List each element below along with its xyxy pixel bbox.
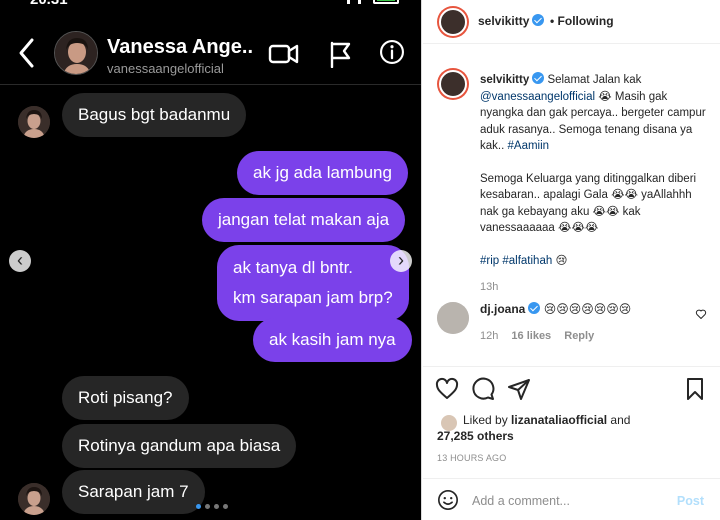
message-bubble-incoming: Rotinya gandum apa biasa (62, 424, 297, 468)
post-comment-button[interactable]: Post (677, 494, 704, 508)
message-line: km sarapan jam brp? (233, 288, 393, 307)
carousel-dot (214, 504, 219, 509)
bookmark-icon[interactable] (683, 377, 707, 401)
message-bubble-outgoing: ak jg ada lambung (237, 151, 408, 195)
message-bubble-outgoing: jangan telat makan aja (202, 198, 406, 242)
info-icon[interactable] (376, 38, 408, 66)
caption-hashtag[interactable]: #Aamiin (508, 140, 550, 152)
heart-icon[interactable] (435, 377, 459, 401)
post-panel: selvikitty • Following selvikitty Selama… (423, 0, 720, 520)
chevron-left-icon: ‹ (17, 250, 23, 270)
back-arrow-icon[interactable] (16, 36, 38, 70)
carousel-dot (205, 504, 210, 509)
sender-avatar (18, 106, 50, 138)
comment-like-heart-icon[interactable] (695, 308, 707, 320)
post-actions (423, 366, 720, 410)
emoji: 😭😭 (592, 205, 620, 218)
likes-count[interactable]: 27,285 others (437, 428, 707, 444)
sender-avatar (18, 483, 50, 515)
comment-author[interactable]: dj.joana (480, 302, 525, 316)
verified-badge-icon (532, 72, 545, 84)
contact-username: vanessaangelofficial (107, 61, 224, 76)
message-line: ak tanya dl bntr. (233, 258, 354, 277)
message-bubble-incoming: Roti pisang? (62, 376, 189, 420)
caption-text: Selamat Jalan kak (547, 74, 642, 86)
likes-summary: Liked by lizanataliaofficial and 27,285 … (437, 412, 707, 444)
comment-input[interactable] (472, 491, 672, 511)
comment-time: 12h (480, 330, 499, 342)
caption-author-avatar[interactable] (437, 68, 469, 100)
post-time-ago: 13 HOURS AGO (437, 453, 507, 463)
emoji: 😭😭 (611, 189, 638, 201)
dm-screenshot: 20.31 Vanessa Ange... vanessaangeloffici… (0, 0, 422, 520)
caption-mention[interactable]: @vanessaangelofficial (480, 91, 595, 103)
message-bubble-incoming: Sarapan jam 7 (62, 470, 205, 514)
message-bubble-outgoing: ak tanya dl bntr. km sarapan jam brp? (217, 245, 409, 321)
carousel-next-button[interactable]: › (390, 250, 412, 272)
comment-likes[interactable]: 16 likes (511, 330, 551, 342)
signal-icon (347, 0, 361, 4)
chevron-right-icon: › (398, 250, 404, 270)
comment: dj.joana 😢😢😢😢😢😢😢 12h 16 likes Reply (480, 302, 710, 342)
header-divider (0, 84, 421, 85)
battery-icon (373, 0, 399, 4)
caption-author[interactable]: selvikitty (480, 74, 529, 86)
reply-button[interactable]: Reply (564, 330, 594, 342)
carousel-dots (196, 504, 228, 509)
likes-prefix: Liked by (463, 413, 508, 427)
liker-avatar[interactable] (441, 415, 457, 431)
status-time: 20.31 (30, 0, 68, 8)
emoji: 😭😭😭 (558, 222, 599, 234)
comment-icon[interactable] (471, 377, 495, 401)
flag-icon[interactable] (324, 40, 356, 68)
share-icon[interactable] (507, 377, 531, 401)
avatar[interactable] (54, 31, 98, 75)
verified-badge-icon (528, 302, 541, 314)
carousel-dot (223, 504, 228, 509)
verified-badge-icon (532, 14, 545, 26)
add-comment-bar: Post (423, 478, 720, 520)
dm-header: Vanessa Ange... vanessaangelofficial (0, 22, 421, 84)
emoji: 😭 (598, 90, 612, 103)
emoji-icon[interactable] (437, 489, 459, 511)
carousel-prev-button[interactable]: ‹ (9, 250, 31, 272)
video-call-icon[interactable] (268, 40, 300, 68)
author-username[interactable]: selvikitty (478, 14, 545, 28)
caption-time: 13h (480, 281, 499, 293)
carousel-dot (196, 504, 201, 509)
contact-name: Vanessa Ange... (107, 36, 253, 58)
likes-and: and (610, 413, 631, 427)
comment-text: 😢😢😢😢😢😢😢 (543, 302, 632, 316)
post-header: selvikitty • Following (423, 0, 720, 44)
message-bubble-incoming: Bagus bgt badanmu (62, 93, 247, 137)
author-avatar[interactable] (437, 6, 469, 38)
liker-username[interactable]: lizanataliaofficial (511, 413, 607, 427)
emoji: 😢 (555, 254, 568, 267)
following-button[interactable]: • Following (550, 14, 614, 28)
commenter-avatar[interactable] (437, 302, 469, 334)
author-username-text: selvikitty (478, 14, 530, 28)
caption-hashtags[interactable]: #rip #alfatihah (480, 255, 552, 267)
post-caption: selvikitty Selamat Jalan kak @vanessaang… (480, 72, 710, 296)
message-bubble-outgoing: ak kasih jam nya (253, 318, 412, 362)
